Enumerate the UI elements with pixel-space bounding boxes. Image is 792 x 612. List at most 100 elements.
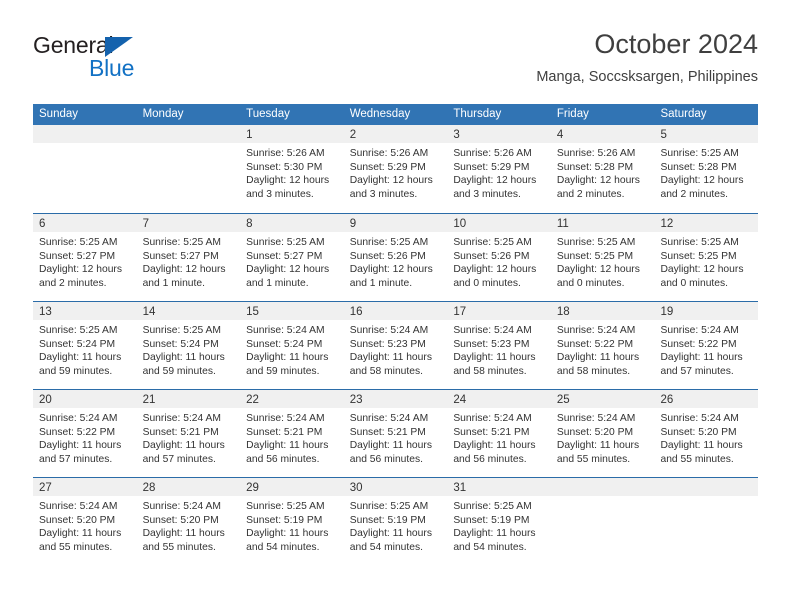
sunrise-text: Sunrise: 5:24 AM — [142, 413, 221, 424]
daylight-text: Daylight: 12 hours and 0 minutes. — [660, 264, 744, 289]
daylight-text: Daylight: 11 hours and 57 minutes. — [39, 440, 122, 465]
day-sun-info: Sunrise: 5:24 AM Sunset: 5:21 PM Daylight:… — [447, 408, 551, 466]
day-cell-11[interactable]: 11 Sunrise: 5:25 AM Sunset: 5:25 PM Dayligh… — [550, 214, 655, 301]
day-number-band — [136, 125, 241, 143]
general-blue-logo[interactable]: General Blue — [33, 32, 233, 92]
sunrise-text: Sunrise: 5:25 AM — [453, 501, 532, 512]
calendar-week-row: 20 Sunrise: 5:24 AM Sunset: 5:22 PM Dayligh… — [33, 389, 759, 477]
day-number: 12 — [660, 218, 674, 230]
day-cell-28[interactable]: 28 Sunrise: 5:24 AM Sunset: 5:20 PM Dayligh… — [136, 478, 241, 565]
daylight-text: Daylight: 12 hours and 0 minutes. — [556, 264, 640, 289]
day-cell-2[interactable]: 2 Sunrise: 5:26 AM Sunset: 5:29 PM Daylight… — [343, 125, 448, 213]
daylight-text: Daylight: 11 hours and 55 minutes. — [39, 528, 122, 553]
day-cell-24[interactable]: 24 Sunrise: 5:24 AM Sunset: 5:21 PM Dayligh… — [447, 390, 551, 477]
sunrise-text: Sunrise: 5:26 AM — [246, 148, 325, 159]
day-number: 6 — [39, 218, 46, 230]
sunset-text: Sunset: 5:23 PM — [349, 338, 426, 350]
day-cell-29[interactable]: 29 Sunrise: 5:25 AM Sunset: 5:19 PM Dayligh… — [240, 478, 344, 565]
calendar-week-row: 13 Sunrise: 5:25 AM Sunset: 5:24 PM Dayligh… — [33, 301, 759, 389]
day-number-band: 31 — [447, 478, 551, 496]
day-cell-18[interactable]: 18 Sunrise: 5:24 AM Sunset: 5:22 PM Dayligh… — [550, 302, 655, 389]
sunrise-text: Sunrise: 5:25 AM — [660, 148, 739, 159]
day-number-band: 24 — [447, 390, 551, 408]
day-sun-info: Sunrise: 5:24 AM Sunset: 5:20 PM Daylight:… — [654, 408, 758, 466]
sunrise-text: Sunrise: 5:24 AM — [556, 413, 636, 424]
day-cell-17[interactable]: 17 Sunrise: 5:24 AM Sunset: 5:23 PM Dayligh… — [447, 302, 551, 389]
daylight-text: Daylight: 12 hours and 3 minutes. — [246, 175, 330, 200]
daylight-text: Daylight: 11 hours and 55 minutes. — [142, 528, 225, 553]
sunrise-text: Sunrise: 5:24 AM — [453, 413, 532, 424]
sunrise-text: Sunrise: 5:25 AM — [142, 237, 221, 248]
day-cell-9[interactable]: 9 Sunrise: 5:25 AM Sunset: 5:26 PM Daylight… — [343, 214, 448, 301]
day-cell-10[interactable]: 10 Sunrise: 5:25 AM Sunset: 5:26 PM Dayligh… — [447, 214, 551, 301]
day-number-band: 14 — [136, 302, 241, 320]
weekday-header-wednesday: Wednesday — [349, 108, 411, 120]
sunset-text: Sunset: 5:22 PM — [39, 426, 116, 438]
day-cell-19[interactable]: 19 Sunrise: 5:24 AM Sunset: 5:22 PM Dayligh… — [654, 302, 759, 389]
day-number: 24 — [453, 394, 467, 406]
daylight-text: Daylight: 12 hours and 1 minute. — [246, 264, 330, 289]
day-cell-3[interactable]: 3 Sunrise: 5:26 AM Sunset: 5:29 PM Daylight… — [447, 125, 551, 213]
day-cell-21[interactable]: 21 Sunrise: 5:24 AM Sunset: 5:21 PM Dayligh… — [136, 390, 241, 477]
day-cell-20[interactable]: 20 Sunrise: 5:24 AM Sunset: 5:22 PM Dayligh… — [33, 390, 137, 477]
day-number-band: 27 — [33, 478, 137, 496]
daylight-text: Daylight: 11 hours and 54 minutes. — [453, 528, 536, 553]
day-number: 30 — [349, 482, 363, 494]
day-cell-6[interactable]: 6 Sunrise: 5:25 AM Sunset: 5:27 PM Daylight… — [33, 214, 137, 301]
day-number-band — [654, 478, 759, 496]
sunrise-sunset-calendar: Sunday Monday Tuesday Wednesday Thursday Frid… — [33, 104, 759, 565]
sunrise-text: Sunrise: 5:24 AM — [246, 325, 325, 336]
sunrise-text: Sunrise: 5:24 AM — [660, 325, 739, 336]
day-cell-empty — [33, 125, 137, 213]
weekday-header-saturday: Saturday — [660, 108, 707, 120]
sunrise-text: Sunrise: 5:26 AM — [453, 148, 532, 159]
calendar-page: General Blue October 2024 Manga, Soccsks… — [0, 0, 792, 612]
sunset-text: Sunset: 5:26 PM — [349, 250, 426, 262]
day-cell-8[interactable]: 8 Sunrise: 5:25 AM Sunset: 5:27 PM Daylight… — [240, 214, 344, 301]
day-cell-15[interactable]: 15 Sunrise: 5:24 AM Sunset: 5:24 PM Dayligh… — [240, 302, 344, 389]
day-cell-1[interactable]: 1 Sunrise: 5:26 AM Sunset: 5:30 PM Daylight… — [240, 125, 344, 213]
day-cell-13[interactable]: 13 Sunrise: 5:25 AM Sunset: 5:24 PM Dayligh… — [33, 302, 137, 389]
day-cell-25[interactable]: 25 Sunrise: 5:24 AM Sunset: 5:20 PM Dayligh… — [550, 390, 655, 477]
sunrise-text: Sunrise: 5:25 AM — [556, 237, 636, 248]
sunset-text: Sunset: 5:20 PM — [660, 426, 737, 438]
sunrise-text: Sunrise: 5:25 AM — [39, 237, 118, 248]
day-cell-12[interactable]: 12 Sunrise: 5:25 AM Sunset: 5:25 PM Dayligh… — [654, 214, 759, 301]
daylight-text: Daylight: 11 hours and 54 minutes. — [246, 528, 329, 553]
day-number-band: 25 — [550, 390, 655, 408]
day-number: 11 — [556, 218, 569, 230]
day-cell-22[interactable]: 22 Sunrise: 5:24 AM Sunset: 5:21 PM Dayligh… — [240, 390, 344, 477]
day-sun-info: Sunrise: 5:26 AM Sunset: 5:28 PM Daylight:… — [551, 143, 655, 201]
day-cell-7[interactable]: 7 Sunrise: 5:25 AM Sunset: 5:27 PM Daylight… — [136, 214, 241, 301]
sunrise-text: Sunrise: 5:25 AM — [453, 237, 532, 248]
day-sun-info: Sunrise: 5:26 AM Sunset: 5:30 PM Daylight:… — [240, 143, 344, 201]
day-number-band: 15 — [240, 302, 344, 320]
day-cell-27[interactable]: 27 Sunrise: 5:24 AM Sunset: 5:20 PM Dayligh… — [33, 478, 137, 565]
day-number: 9 — [349, 218, 357, 230]
day-number-band: 7 — [136, 214, 241, 232]
day-cell-30[interactable]: 30 Sunrise: 5:25 AM Sunset: 5:19 PM Dayligh… — [343, 478, 448, 565]
day-number: 22 — [246, 394, 259, 406]
day-sun-info: Sunrise: 5:26 AM Sunset: 5:29 PM Daylight:… — [344, 143, 448, 201]
day-cell-14[interactable]: 14 Sunrise: 5:25 AM Sunset: 5:24 PM Dayligh… — [136, 302, 241, 389]
day-cell-23[interactable]: 23 Sunrise: 5:24 AM Sunset: 5:21 PM Dayligh… — [343, 390, 448, 477]
day-cell-16[interactable]: 16 Sunrise: 5:24 AM Sunset: 5:23 PM Dayligh… — [343, 302, 448, 389]
day-cell-26[interactable]: 26 Sunrise: 5:24 AM Sunset: 5:20 PM Dayligh… — [654, 390, 759, 477]
daylight-text: Daylight: 11 hours and 58 minutes. — [349, 352, 432, 377]
day-sun-info: Sunrise: 5:25 AM Sunset: 5:19 PM Daylight:… — [240, 496, 344, 554]
day-number: 7 — [142, 218, 149, 230]
day-cell-5[interactable]: 5 Sunrise: 5:25 AM Sunset: 5:28 PM Daylight… — [654, 125, 759, 213]
sunset-text: Sunset: 5:25 PM — [660, 250, 737, 262]
day-sun-info: Sunrise: 5:24 AM Sunset: 5:24 PM Daylight:… — [240, 320, 344, 378]
sunset-text: Sunset: 5:19 PM — [246, 514, 323, 526]
day-number: 3 — [453, 129, 460, 141]
daylight-text: Daylight: 11 hours and 55 minutes. — [660, 440, 743, 465]
day-cell-4[interactable]: 4 Sunrise: 5:26 AM Sunset: 5:28 PM Daylight… — [550, 125, 655, 213]
day-cell-empty — [550, 478, 655, 565]
sunset-text: Sunset: 5:29 PM — [453, 161, 530, 173]
sunrise-text: Sunrise: 5:25 AM — [349, 237, 429, 248]
day-cell-31[interactable]: 31 Sunrise: 5:25 AM Sunset: 5:19 PM Dayligh… — [447, 478, 551, 565]
day-number: 8 — [246, 218, 253, 230]
sunrise-text: Sunrise: 5:24 AM — [453, 325, 532, 336]
logo-triangle-icon — [105, 37, 133, 57]
